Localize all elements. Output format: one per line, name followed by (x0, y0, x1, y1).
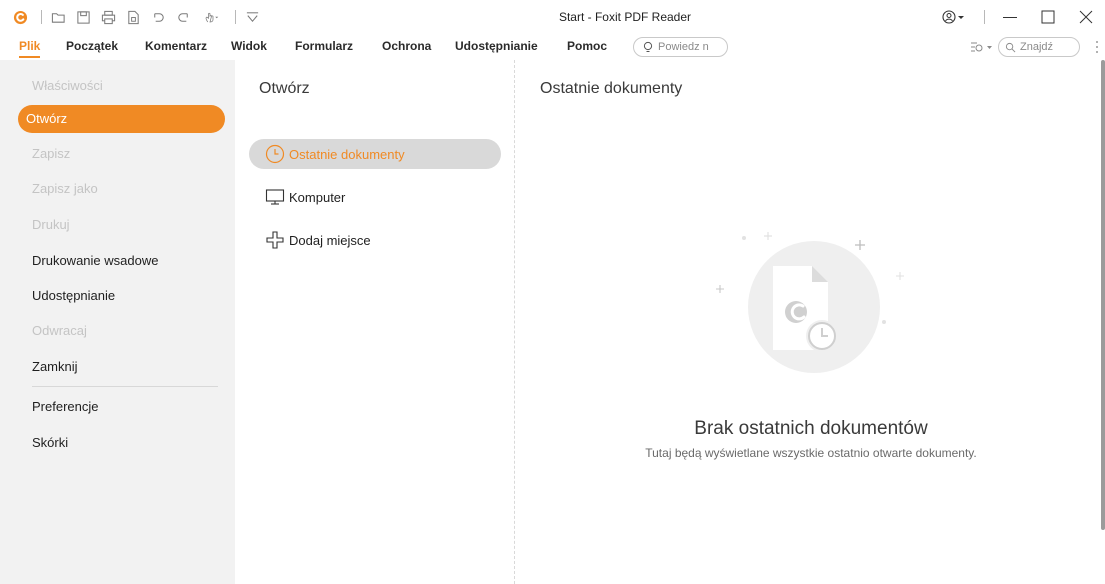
find-area: Znajdź (970, 37, 1080, 57)
sidebar-item-open[interactable]: Otwórz (18, 105, 225, 133)
find-input[interactable]: Znajdź (998, 37, 1080, 57)
new-icon[interactable] (123, 7, 143, 27)
more-options-icon[interactable] (1093, 36, 1101, 58)
print-icon[interactable] (98, 7, 118, 27)
tell-me-search[interactable]: Powiedz n (633, 37, 728, 57)
maximize-button[interactable] (1029, 0, 1067, 34)
redo-icon[interactable] (173, 7, 193, 27)
monitor-icon (265, 187, 285, 207)
tab-poczatek[interactable]: Początek (66, 38, 118, 58)
vertical-scrollbar[interactable] (1101, 60, 1105, 530)
tab-ochrona[interactable]: Ochrona (382, 38, 431, 58)
account-button[interactable] (930, 0, 978, 34)
empty-state-title: Brak ostatnich dokumentów (694, 418, 928, 439)
recent-documents-pane: Ostatnie dokumenty Brak ostatnich dokume… (516, 60, 1101, 584)
open-option-label: Dodaj miejsce (289, 232, 371, 248)
sidebar-item-batch-print[interactable]: Drukowanie wsadowe (18, 247, 225, 275)
open-pane: Otwórz Ostatnie dokumenty Komputer Dodaj… (235, 60, 515, 584)
minimize-button[interactable] (991, 0, 1029, 34)
open-pane-title: Otwórz (259, 80, 310, 97)
search-icon (1005, 42, 1016, 52)
tab-widok[interactable]: Widok (231, 38, 267, 58)
quick-access-toolbar (10, 0, 267, 34)
search-options-icon[interactable] (970, 40, 994, 54)
empty-recent-illustration (716, 232, 904, 373)
open-icon[interactable] (48, 7, 68, 27)
title-bar: Start - Foxit PDF Reader (0, 0, 1105, 34)
hand-tool-icon[interactable] (198, 7, 224, 27)
sidebar-item-preferences[interactable]: Preferencje (18, 393, 225, 421)
sidebar-item-save-as[interactable]: Zapisz jako (18, 175, 225, 203)
sidebar-divider (32, 386, 218, 387)
open-option-computer[interactable]: Komputer (249, 182, 501, 212)
sidebar-item-close[interactable]: Zamknij (18, 353, 225, 381)
toolbar-separator (235, 10, 236, 24)
ribbon-tabs: Plik Początek Komentarz Widok Formularz … (0, 34, 1105, 60)
find-placeholder: Znajdź (1020, 41, 1054, 53)
open-option-label: Komputer (289, 189, 346, 205)
close-button[interactable] (1067, 0, 1105, 34)
foxit-logo-icon[interactable] (10, 7, 30, 27)
sidebar-item-properties[interactable]: Właściwości (18, 72, 225, 100)
toolbar-separator (984, 10, 985, 24)
undo-icon[interactable] (148, 7, 168, 27)
sidebar-item-skins[interactable]: Skórki (18, 429, 225, 457)
toolbar-separator (41, 10, 42, 24)
tab-plik[interactable]: Plik (19, 38, 41, 58)
window-title: Start - Foxit PDF Reader (558, 10, 692, 24)
empty-state-subtitle: Tutaj będą wyświetlane wszystkie ostatni… (645, 446, 977, 460)
open-option-label: Ostatnie dokumenty (289, 146, 405, 162)
open-option-recent-documents[interactable]: Ostatnie dokumenty (249, 139, 501, 169)
open-option-add-place[interactable]: Dodaj miejsce (249, 225, 501, 255)
sidebar-item-print[interactable]: Drukuj (18, 211, 225, 239)
recent-pane-title: Ostatnie dokumenty (540, 80, 683, 97)
sidebar-item-save[interactable]: Zapisz (18, 140, 225, 168)
tab-pomoc[interactable]: Pomoc (567, 38, 607, 58)
tab-komentarz[interactable]: Komentarz (145, 38, 207, 58)
sidebar-item-share[interactable]: Udostępnianie (18, 282, 225, 310)
sidebar-item-revert[interactable]: Odwracaj (18, 317, 225, 345)
lightbulb-icon (643, 41, 653, 52)
file-menu-sidebar: Właściwości Otwórz Zapisz Zapisz jako Dr… (0, 60, 235, 584)
tell-me-placeholder: Powiedz n (658, 41, 709, 53)
customize-icon[interactable] (242, 7, 262, 27)
window-controls (930, 0, 1105, 34)
tab-udostepnianie[interactable]: Udostępnianie (455, 38, 538, 58)
plus-icon (265, 230, 285, 250)
tab-formularz[interactable]: Formularz (295, 38, 353, 58)
save-icon[interactable] (73, 7, 93, 27)
clock-icon (265, 144, 285, 164)
